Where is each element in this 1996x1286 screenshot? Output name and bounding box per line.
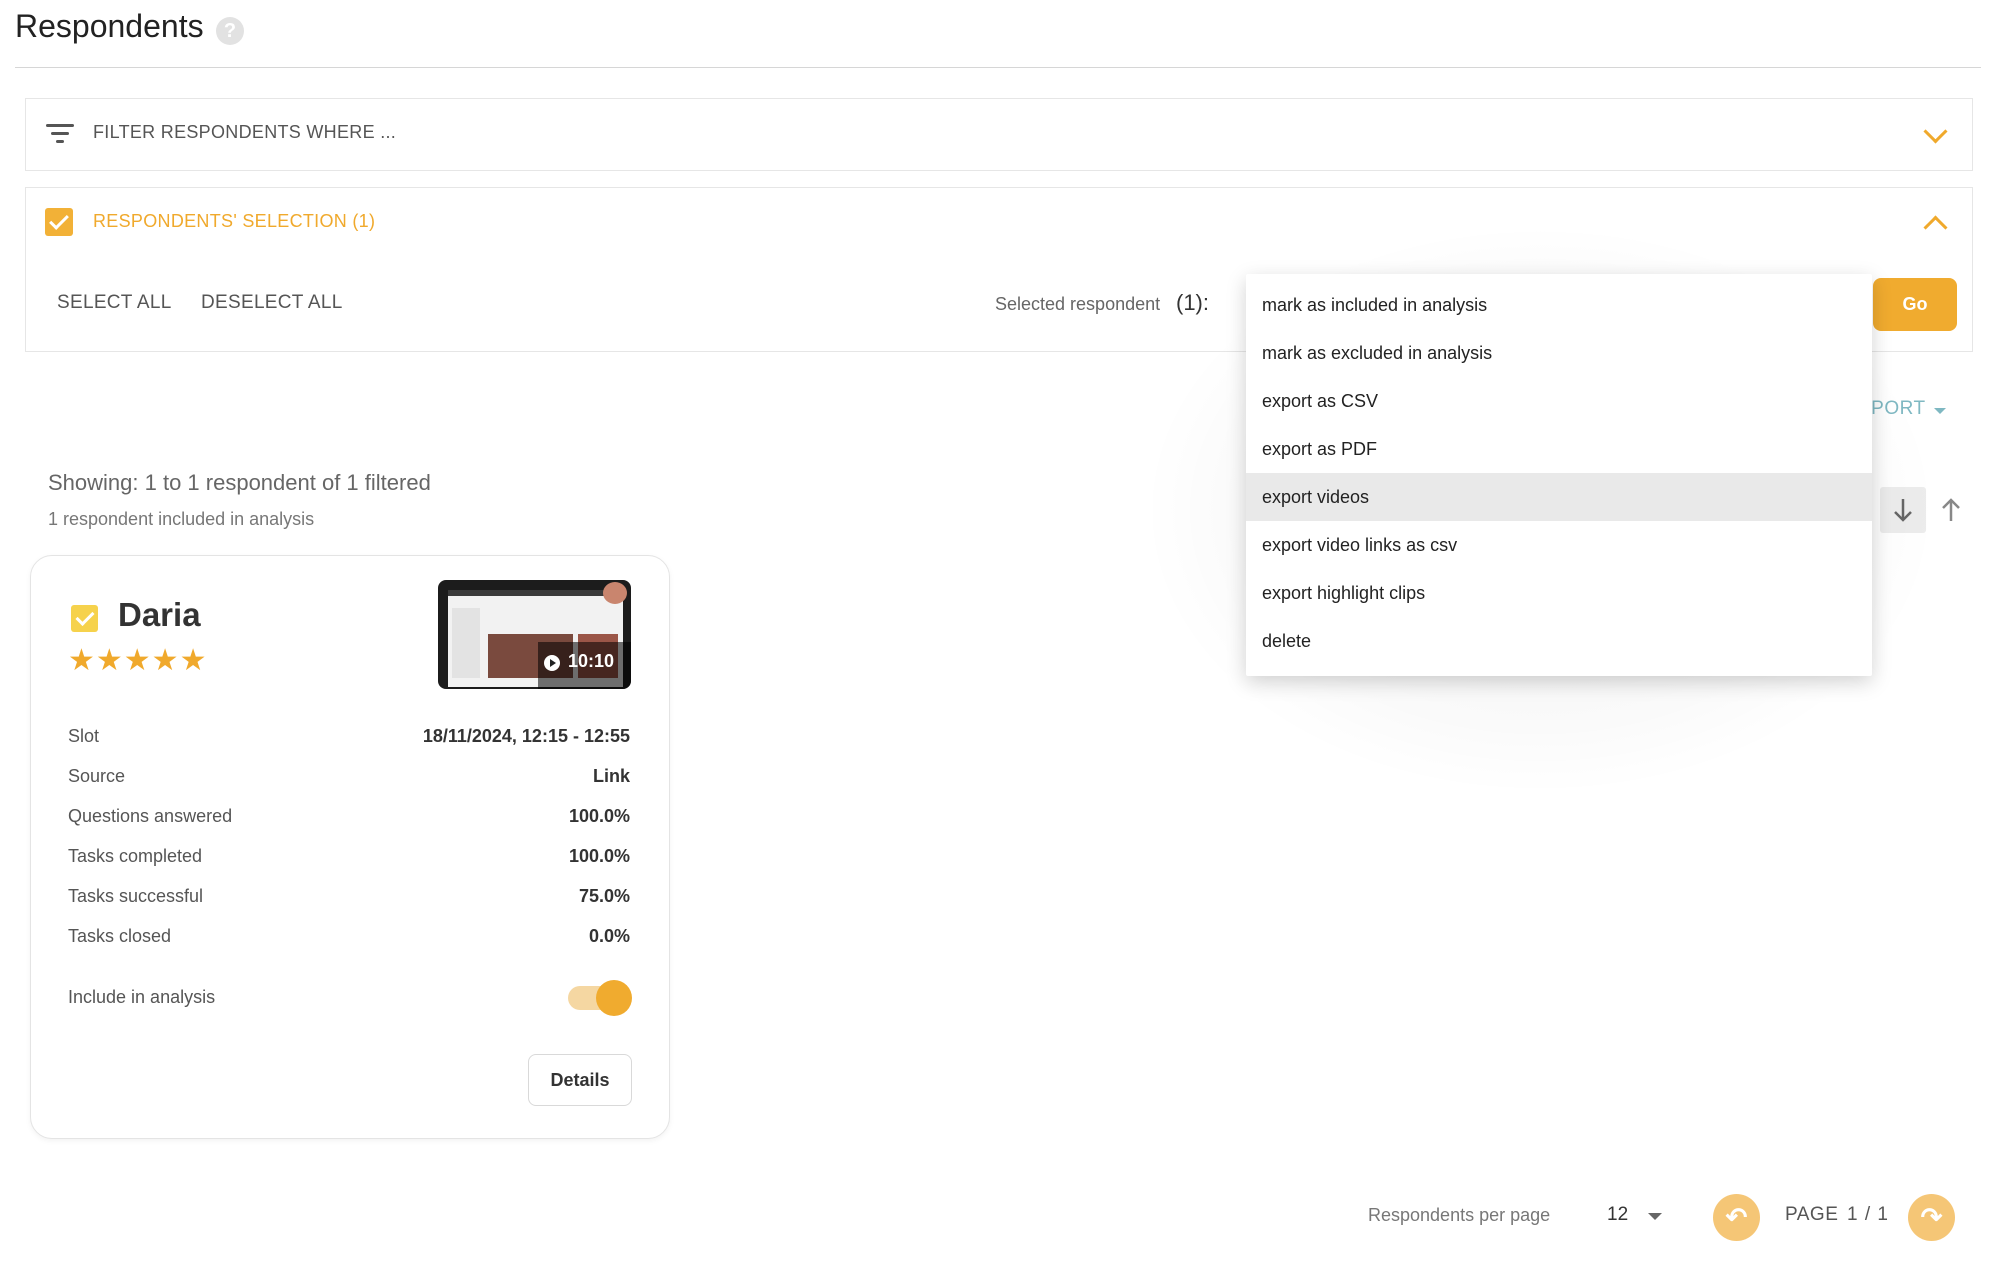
showing-summary: Showing: 1 to 1 respondent of 1 filtered xyxy=(48,470,431,495)
menu-item-delete[interactable]: delete xyxy=(1246,617,1872,665)
menu-item-mark-included[interactable]: mark as included in analysis xyxy=(1246,281,1872,329)
redo-icon[interactable]: ↷ xyxy=(1908,1194,1955,1241)
selection-checkbox-icon[interactable] xyxy=(45,208,73,236)
video-thumbnail[interactable]: 10:10 xyxy=(438,580,631,689)
tasks-closed-label: Tasks closed xyxy=(68,926,172,946)
include-in-analysis-label: Include in analysis xyxy=(68,987,216,1007)
page-number: 1 / 1 xyxy=(1847,1204,1889,1225)
menu-item-export-csv[interactable]: export as CSV xyxy=(1246,377,1872,425)
menu-item-export-videos[interactable]: export videos xyxy=(1246,473,1872,521)
avatar xyxy=(603,582,627,604)
menu-item-export-pdf[interactable]: export as PDF xyxy=(1246,425,1872,473)
caret-down-icon[interactable] xyxy=(1648,1213,1662,1220)
questions-answered-label: Questions answered xyxy=(68,806,233,826)
sort-ascending-button[interactable] xyxy=(1928,487,1974,533)
bulk-actions-dropdown: mark as included in analysis mark as exc… xyxy=(1246,274,1872,676)
slot-label: Slot xyxy=(68,726,100,746)
per-page-select[interactable]: 12 xyxy=(1607,1204,1628,1226)
arrow-up-icon xyxy=(1942,498,1960,521)
toggle-knob[interactable] xyxy=(596,980,632,1016)
go-button[interactable]: Go xyxy=(1873,278,1957,331)
per-page-label: Respondents per page xyxy=(1368,1205,1551,1225)
play-icon[interactable] xyxy=(544,655,560,671)
filter-label[interactable]: FILTER RESPONDENTS WHERE ... xyxy=(93,122,396,143)
selected-respondent-count: (1): xyxy=(1176,290,1209,315)
star-rating: ★★★★★ xyxy=(68,644,208,677)
source-label: Source xyxy=(68,766,126,786)
questions-answered-value: 100.0% xyxy=(568,806,630,826)
deselect-all-button[interactable]: DESELECT ALL xyxy=(201,292,343,314)
respondent-checkbox-icon[interactable] xyxy=(71,605,98,632)
menu-item-mark-excluded[interactable]: mark as excluded in analysis xyxy=(1246,329,1872,377)
page-label: PAGE xyxy=(1785,1204,1839,1225)
slot-value: 18/11/2024, 12:15 - 12:55 xyxy=(422,726,630,746)
caret-down-icon xyxy=(1934,408,1946,414)
video-duration: 10:10 xyxy=(568,651,615,671)
tasks-completed-label: Tasks completed xyxy=(68,846,203,866)
select-all-button[interactable]: SELECT ALL xyxy=(57,292,172,314)
selection-label[interactable]: RESPONDENTS' SELECTION (1) xyxy=(93,211,375,232)
tasks-successful-label: Tasks successful xyxy=(68,886,204,906)
included-summary: 1 respondent included in analysis xyxy=(48,509,315,529)
tasks-successful-value: 75.0% xyxy=(578,886,630,906)
respondent-name: Daria xyxy=(118,596,201,633)
page-title: Respondents xyxy=(15,8,204,44)
tasks-completed-value: 100.0% xyxy=(568,846,630,866)
details-button[interactable]: Details xyxy=(528,1054,632,1106)
filter-icon xyxy=(46,122,74,144)
menu-item-export-highlight-clips[interactable]: export highlight clips xyxy=(1246,569,1872,617)
selected-respondent-text: Selected respondent xyxy=(995,294,1161,314)
menu-item-export-video-links[interactable]: export video links as csv xyxy=(1246,521,1872,569)
help-icon[interactable]: ? xyxy=(216,17,244,45)
tasks-closed-value: 0.0% xyxy=(588,926,630,946)
title-divider xyxy=(15,67,1981,68)
undo-icon[interactable]: ↶ xyxy=(1713,1194,1760,1241)
source-value: Link xyxy=(592,766,630,786)
